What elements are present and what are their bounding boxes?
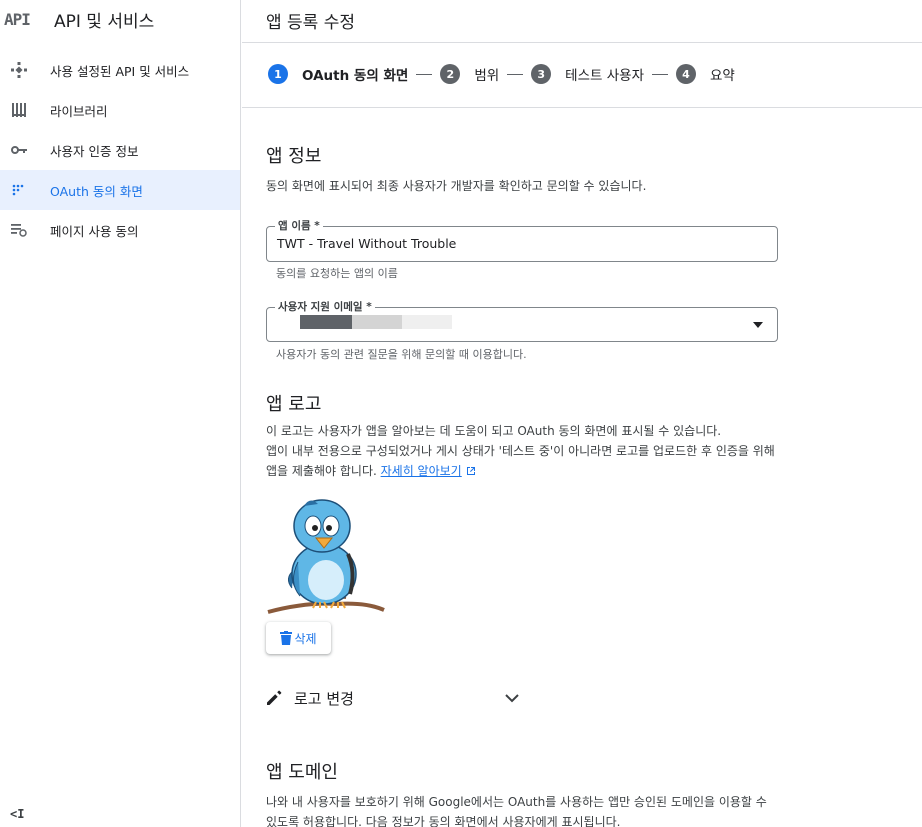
step-label: 요약	[709, 68, 735, 84]
pencil-icon	[267, 690, 282, 705]
sidebar-item-page-usage[interactable]: 페이지 사용 동의	[0, 210, 240, 250]
app-name-helper: 동의를 요청하는 앱의 이름	[276, 267, 398, 280]
delete-logo-button[interactable]: 삭제	[266, 622, 331, 654]
step-number: 3	[531, 64, 552, 84]
step-scopes[interactable]: 2 범위	[440, 64, 499, 84]
divider	[242, 42, 922, 43]
support-email-select[interactable]: 사용자 지원 이메일 *	[266, 299, 778, 342]
learn-more-link[interactable]: 자세히 알아보기	[381, 464, 462, 478]
change-logo-label: 로고 변경	[294, 689, 354, 708]
app-logo-description-2: 앱이 내부 전용으로 구성되었거나 게시 상태가 '테스트 중'이 아니라면 로…	[266, 444, 775, 458]
page-usage-agreement-icon	[10, 221, 28, 239]
collapse-sidebar-icon[interactable]: <I	[10, 807, 24, 821]
step-test-users[interactable]: 3 테스트 사용자	[531, 64, 644, 84]
sidebar-item-enabled-apis[interactable]: 사용 설정된 API 및 서비스	[0, 50, 240, 90]
sidebar-item-label: 사용자 인증 정보	[50, 143, 139, 159]
step-number: 4	[675, 64, 696, 84]
app-domain-description-1: 나와 내 사용자를 보호하기 위해 Google에서는 OAuth를 사용하는 …	[266, 795, 767, 809]
sidebar-header: API API 및 서비스	[0, 0, 240, 38]
sidebar-nav: 사용 설정된 API 및 서비스 라이브러리 사용자 인증 정보 OAuth 동…	[0, 50, 240, 250]
sidebar-item-label: 라이브러리	[50, 103, 108, 119]
sidebar-title: API 및 서비스	[54, 11, 155, 32]
step-number: 2	[440, 64, 461, 84]
step-number: 1	[268, 64, 288, 84]
main-content: 앱 등록 수정 1 OAuth 동의 화면 2 범위 3 테스트 사용자 4 요…	[242, 0, 922, 827]
step-label: OAuth 동의 화면	[302, 68, 409, 84]
app-name-field[interactable]: 앱 이름 * TWT - Travel Without Trouble	[266, 218, 778, 262]
app-domain-description-2: 있도록 허용합니다. 다음 정보가 동의 화면에서 사용자에게 표시됩니다.	[266, 815, 621, 827]
step-connector	[651, 73, 668, 75]
external-link-icon	[466, 467, 475, 475]
api-logo: API	[4, 9, 31, 29]
app-logo-image	[267, 499, 385, 614]
page-title: 앱 등록 수정	[266, 13, 356, 33]
sidebar-item-library[interactable]: 라이브러리	[0, 90, 240, 130]
stepper: 1 OAuth 동의 화면 2 범위 3 테스트 사용자 4 요약	[268, 64, 735, 84]
support-email-label: 사용자 지원 이메일 *	[275, 299, 375, 314]
dropdown-arrow-icon	[753, 322, 763, 328]
key-icon	[10, 141, 28, 159]
app-info-description: 동의 화면에 표시되어 최종 사용자가 개발자를 확인하고 문의할 수 있습니다…	[266, 179, 647, 193]
redacted-email	[352, 315, 402, 329]
change-logo-expander[interactable]: 로고 변경	[266, 684, 520, 712]
sidebar-item-oauth-consent[interactable]: OAuth 동의 화면	[0, 170, 240, 210]
app-domain-heading: 앱 도메인	[266, 762, 338, 783]
step-label: 테스트 사용자	[565, 68, 644, 84]
sidebar-item-label: 페이지 사용 동의	[50, 223, 139, 239]
app-logo-description-3-text: 앱을 제출해야 합니다.	[266, 464, 381, 478]
redacted-email	[300, 315, 352, 329]
app-logo-description-3: 앱을 제출해야 합니다. 자세히 알아보기	[266, 461, 476, 481]
delete-logo-label: 삭제	[294, 631, 317, 646]
step-summary[interactable]: 4 요약	[675, 64, 735, 84]
app-info-heading: 앱 정보	[266, 146, 322, 167]
sidebar-item-label: OAuth 동의 화면	[50, 183, 143, 199]
support-email-helper: 사용자가 동의 관련 질문을 위해 문의할 때 이용합니다.	[276, 348, 527, 361]
sidebar: API API 및 서비스 사용 설정된 API 및 서비스 라이브러리 사용자…	[0, 0, 241, 827]
sidebar-item-label: 사용 설정된 API 및 서비스	[50, 63, 190, 79]
app-logo-heading: 앱 로고	[266, 394, 322, 415]
app-name-value: TWT - Travel Without Trouble	[277, 236, 457, 251]
step-connector	[416, 73, 433, 75]
api-services-icon	[10, 61, 28, 79]
app-logo-description-1: 이 로고는 사용자가 앱을 알아보는 데 도움이 되고 OAuth 동의 화면에…	[266, 424, 722, 438]
redacted-email	[402, 315, 452, 329]
consent-screen-icon	[10, 181, 28, 199]
step-oauth-consent[interactable]: 1 OAuth 동의 화면	[268, 64, 408, 84]
library-icon	[10, 101, 28, 119]
trash-icon	[280, 631, 293, 645]
step-connector	[507, 73, 524, 75]
divider	[242, 107, 922, 108]
sidebar-item-credentials[interactable]: 사용자 인증 정보	[0, 130, 240, 170]
chevron-down-icon	[505, 694, 519, 703]
step-label: 범위	[474, 68, 500, 84]
app-name-label: 앱 이름 *	[275, 218, 323, 233]
